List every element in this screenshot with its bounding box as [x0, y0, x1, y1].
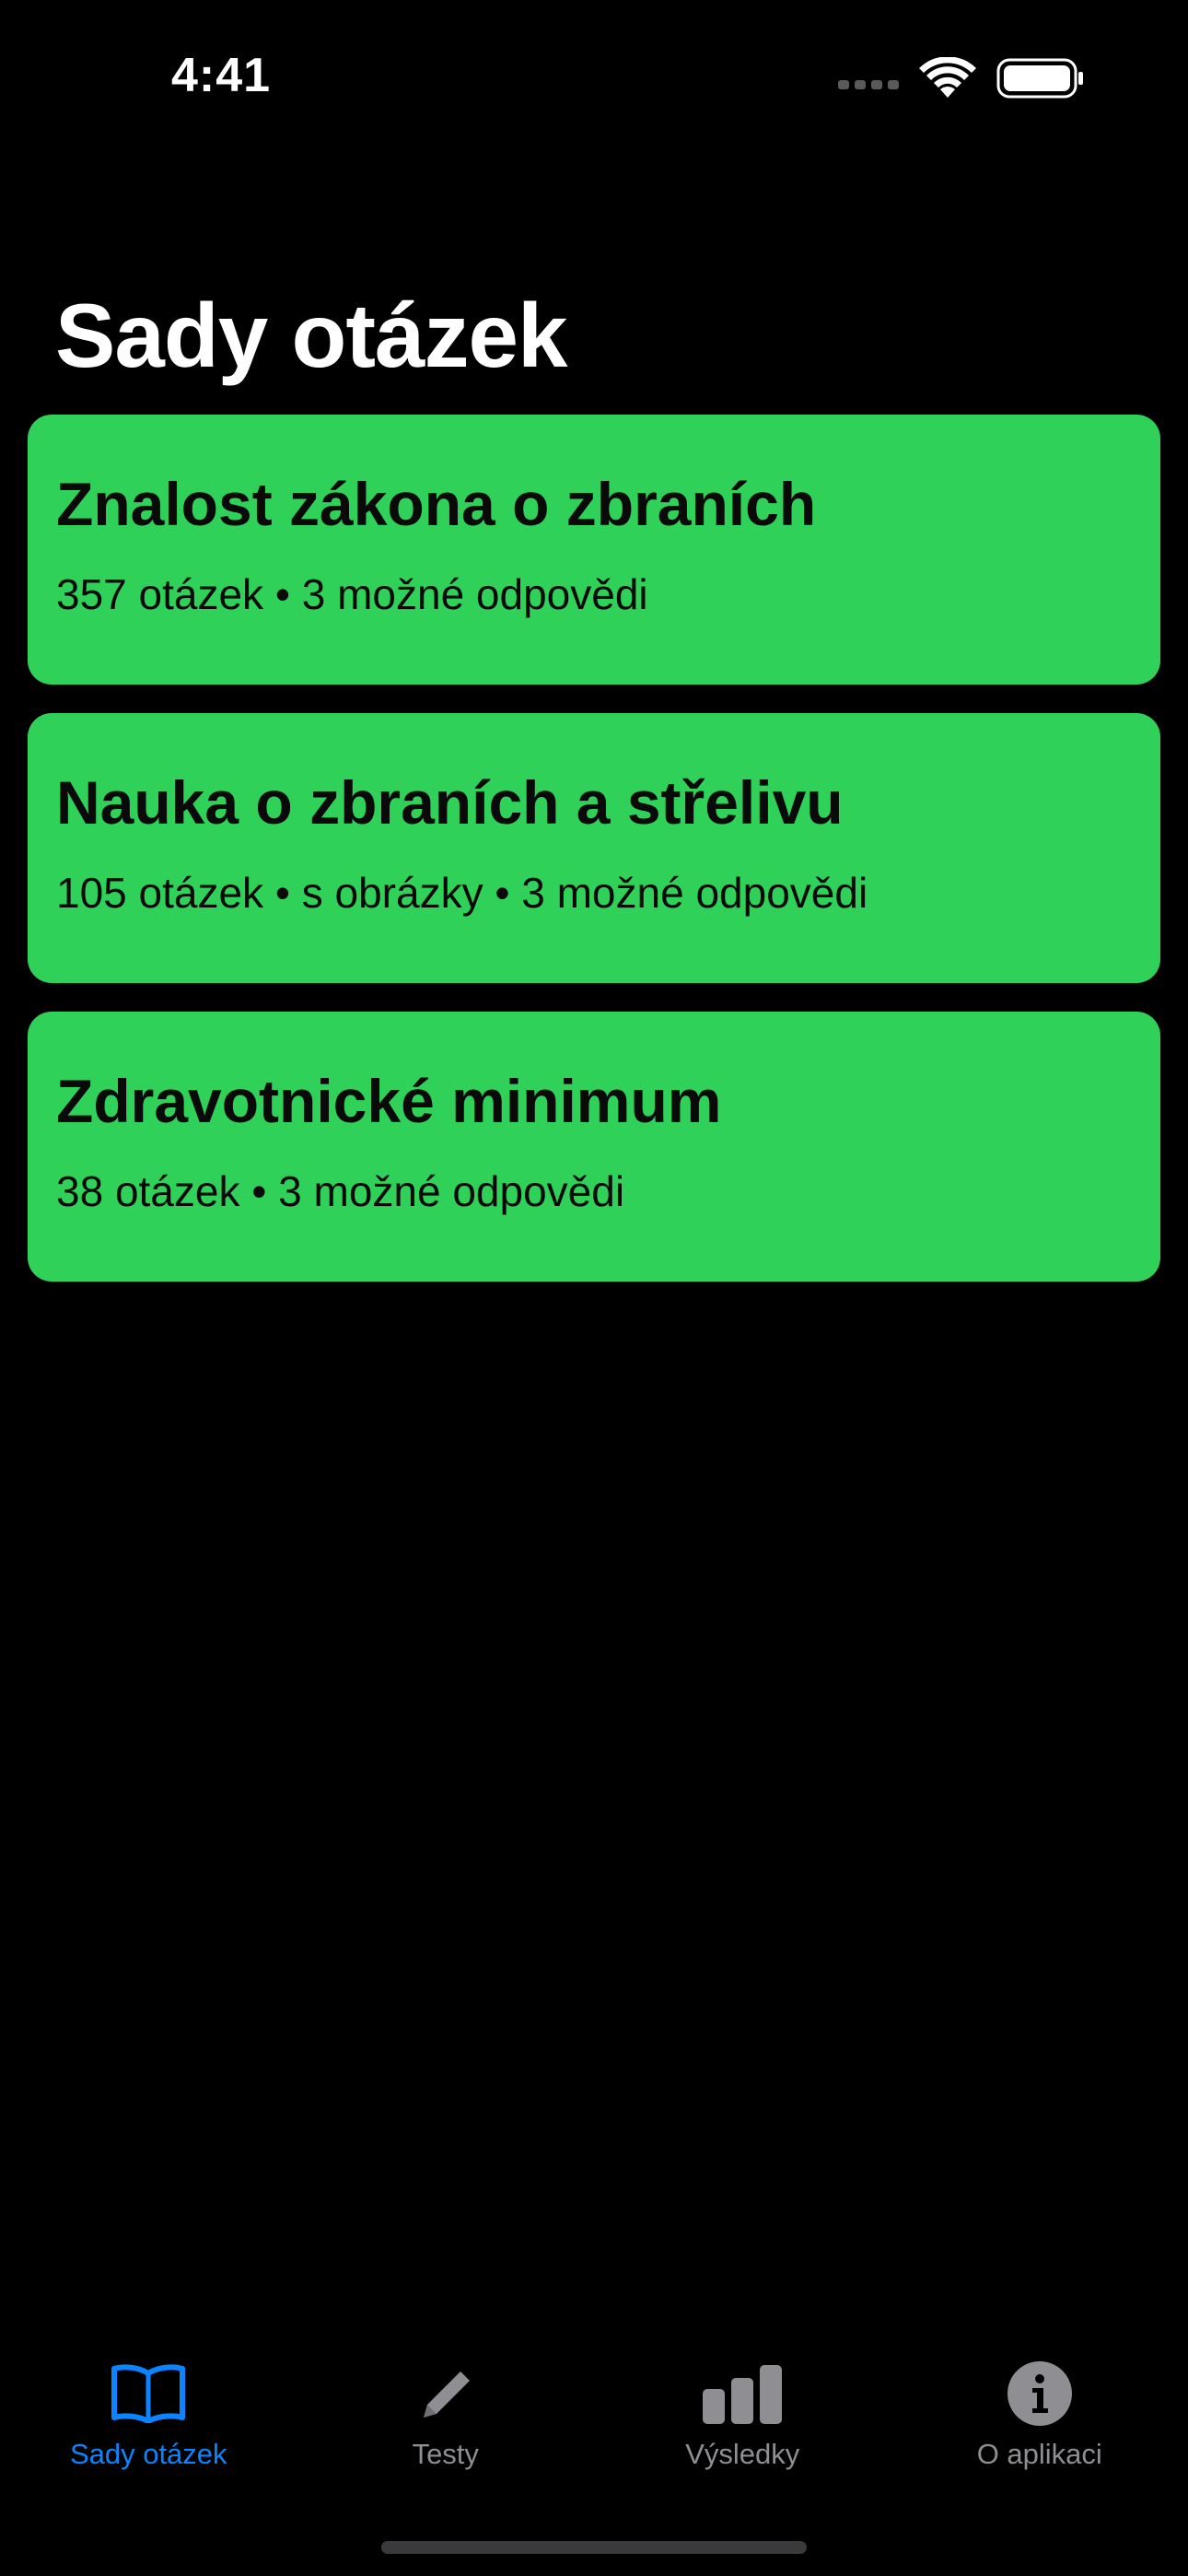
status-time: 4:41: [171, 49, 272, 102]
card-title: Zdravotnické minimum: [56, 1067, 722, 1135]
card-subtitle: 357 otázek • 3 možné odpovědi: [56, 570, 648, 618]
card-subtitle: 38 otázek • 3 možné odpovědi: [56, 1167, 625, 1215]
page-title: Sady otázek: [55, 285, 567, 386]
cellular-signal-icon: [838, 80, 899, 89]
info-icon: [998, 2359, 1081, 2429]
tab-label: Výsledky: [685, 2438, 800, 2470]
tab-label: Sady otázek: [69, 2438, 227, 2470]
tab-vysledky[interactable]: Výsledky: [594, 2359, 891, 2488]
tab-o-aplikaci[interactable]: O aplikaci: [891, 2359, 1188, 2488]
bar-chart-icon: [701, 2359, 784, 2429]
tab-label: Testy: [412, 2438, 479, 2470]
tab-label: O aplikaci: [976, 2438, 1102, 2470]
status-icons: [838, 57, 1085, 100]
home-indicator: [381, 2541, 807, 2554]
tab-testy[interactable]: Testy: [297, 2359, 595, 2488]
tab-bar: Sady otázek Testy Výsledky O aplikaci: [0, 2359, 1188, 2488]
question-set-list: Znalost zákona o zbraních 357 otázek • 3…: [28, 415, 1160, 1310]
question-set-card-zakon[interactable]: Znalost zákona o zbraních 357 otázek • 3…: [28, 415, 1160, 685]
card-subtitle: 105 otázek • s obrázky • 3 možné odpověd…: [56, 869, 868, 917]
tab-sady-otazek[interactable]: Sady otázek: [0, 2359, 297, 2488]
question-set-card-zdravotnicke[interactable]: Zdravotnické minimum 38 otázek • 3 možné…: [28, 1012, 1160, 1282]
wifi-icon: [919, 57, 976, 98]
card-title: Znalost zákona o zbraních: [56, 470, 817, 538]
battery-icon: [996, 58, 1083, 99]
pencil-icon: [404, 2359, 487, 2429]
question-set-card-nauka[interactable]: Nauka o zbraních a střelivu 105 otázek •…: [28, 713, 1160, 983]
screen: 4:41 Sady otázek Znalost zákona o zbraní…: [0, 0, 1188, 2576]
card-title: Nauka o zbraních a střelivu: [56, 768, 844, 837]
book-icon: [107, 2359, 190, 2429]
